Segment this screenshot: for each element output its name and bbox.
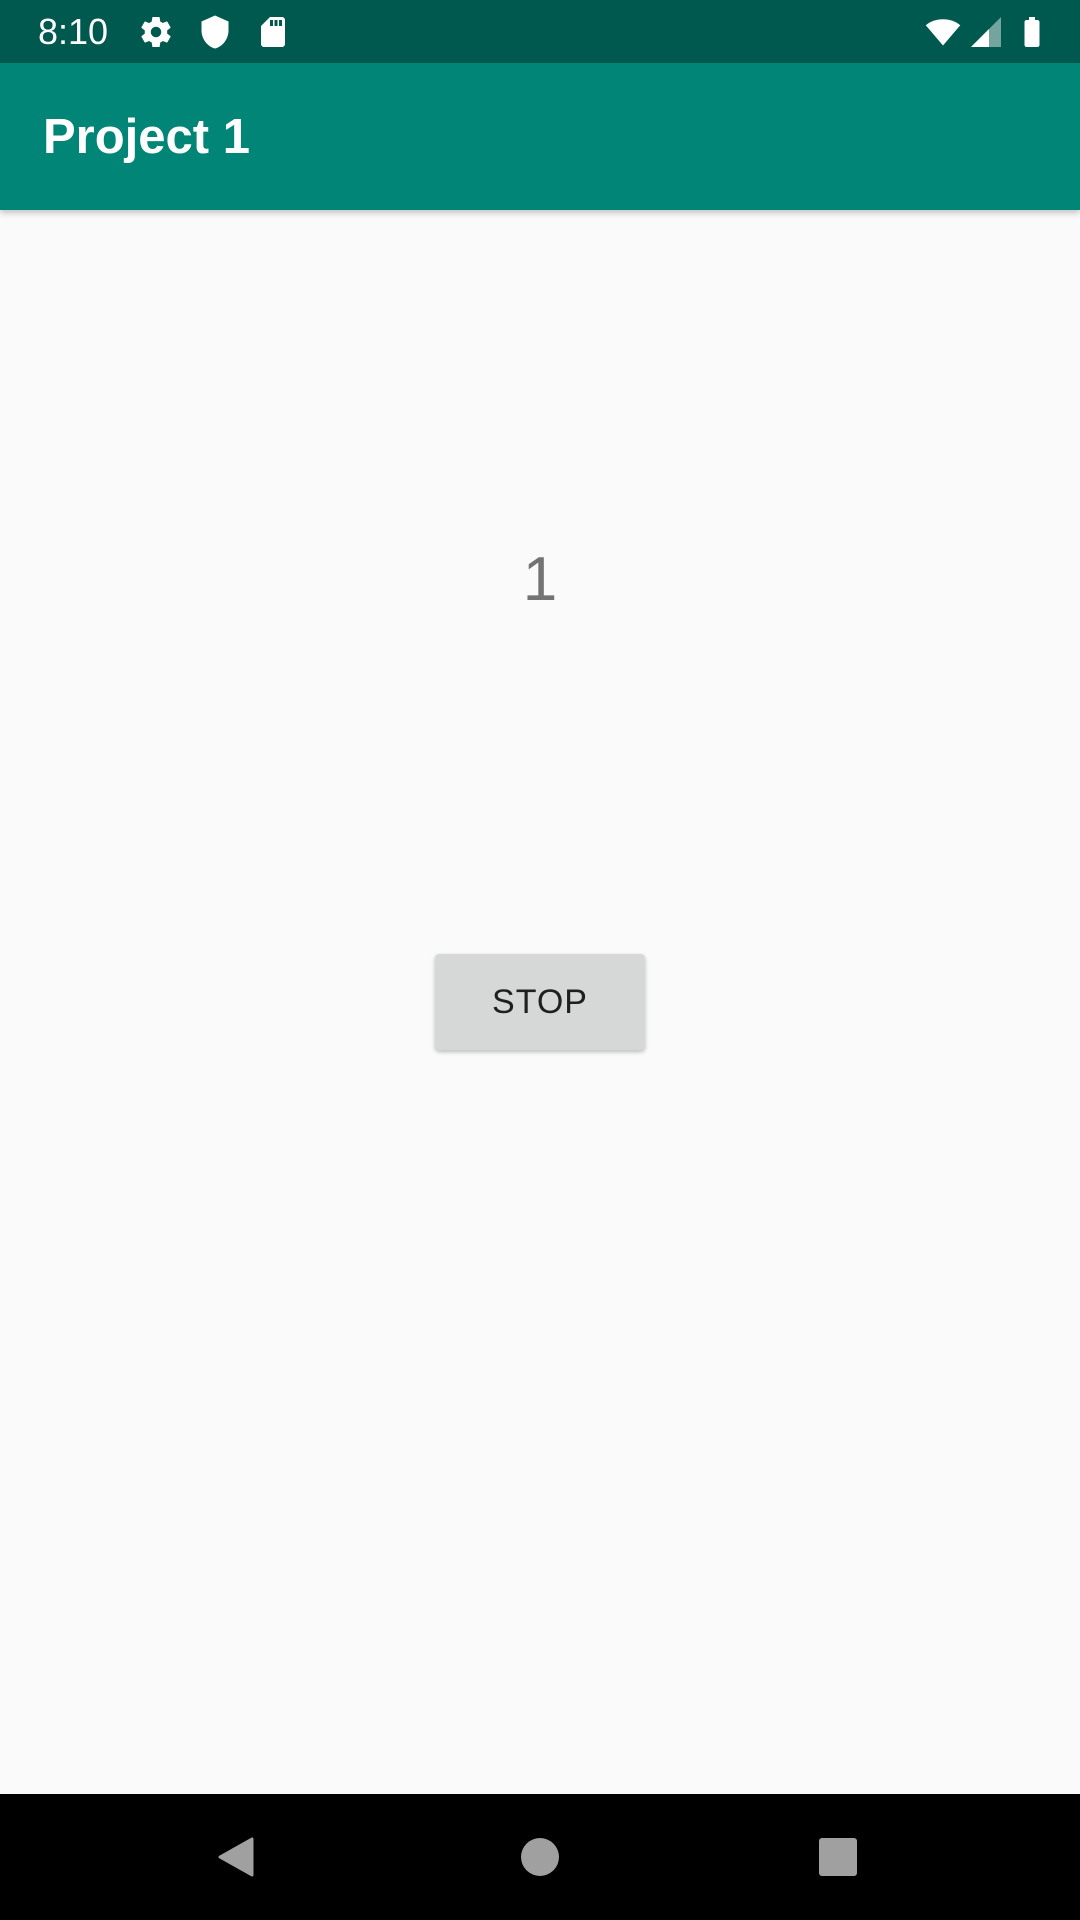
home-icon[interactable] (512, 1829, 568, 1885)
recents-icon[interactable] (810, 1829, 866, 1885)
screen: 8:10 Project 1 1 STOP (0, 0, 1080, 1920)
stop-button[interactable]: STOP (435, 954, 645, 1050)
counter-value: 1 (522, 545, 558, 614)
wifi-icon (922, 14, 964, 50)
app-title: Project 1 (43, 110, 250, 164)
navigation-bar (0, 1794, 1080, 1920)
status-time: 8:10 (38, 11, 109, 52)
back-icon[interactable] (210, 1829, 266, 1885)
status-bar: 8:10 (0, 0, 1080, 63)
app-bar: Project 1 (0, 63, 1080, 210)
gear-icon (138, 14, 174, 50)
battery-icon (1014, 14, 1050, 50)
shield-icon (197, 14, 233, 50)
sd-card-icon (255, 14, 291, 50)
signal-icon (968, 14, 1004, 50)
